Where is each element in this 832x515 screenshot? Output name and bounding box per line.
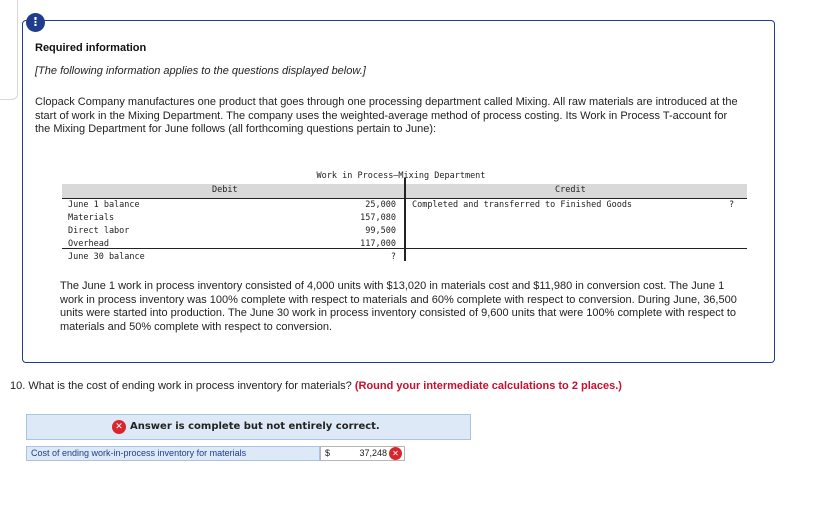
t-account-rule bbox=[62, 198, 747, 199]
debit-row-value: 157,080 bbox=[360, 213, 396, 223]
ending-balance-value: ? bbox=[390, 252, 396, 262]
debit-row-value: 99,500 bbox=[365, 226, 396, 236]
x-circle-icon: ✕ bbox=[112, 420, 126, 434]
debit-header: Debit bbox=[212, 185, 238, 195]
debit-row-value: 25,000 bbox=[365, 200, 396, 210]
answer-value[interactable]: 37,248 bbox=[351, 447, 387, 460]
x-circle-icon: ✕ bbox=[389, 447, 402, 460]
question-instruction: (Round your intermediate calculations to… bbox=[354, 380, 622, 392]
debit-row-label: Materials bbox=[68, 213, 115, 223]
side-tab bbox=[0, 0, 18, 100]
credit-row-value: ? bbox=[729, 200, 735, 210]
t-account: Work in Process—Mixing Department Debit … bbox=[62, 171, 747, 263]
answer-status-text: Answer is complete but not entirely corr… bbox=[130, 421, 380, 432]
currency-symbol: $ bbox=[325, 448, 331, 458]
problem-details-paragraph: The June 1 work in process inventory con… bbox=[60, 280, 737, 333]
ending-balance-label: June 30 balance bbox=[68, 252, 145, 262]
question-text: 10. What is the cost of ending work in p… bbox=[10, 380, 622, 392]
t-account-total-rule bbox=[62, 248, 747, 249]
required-info-title: Required information bbox=[35, 42, 147, 54]
answer-row-label: Cost of ending work-in-process inventory… bbox=[26, 446, 320, 461]
question-prompt: 10. What is the cost of ending work in p… bbox=[10, 380, 352, 392]
required-info-subtitle: [The following information applies to th… bbox=[35, 65, 366, 77]
debit-row-label: Direct labor bbox=[68, 226, 130, 236]
t-account-title: Work in Process—Mixing Department bbox=[316, 171, 486, 181]
credit-header: Credit bbox=[555, 185, 586, 195]
intro-paragraph: Clopack Company manufactures one product… bbox=[35, 96, 738, 135]
debit-row-label: June 1 balance bbox=[68, 200, 140, 210]
credit-row-label: Completed and transferred to Finished Go… bbox=[412, 200, 633, 210]
